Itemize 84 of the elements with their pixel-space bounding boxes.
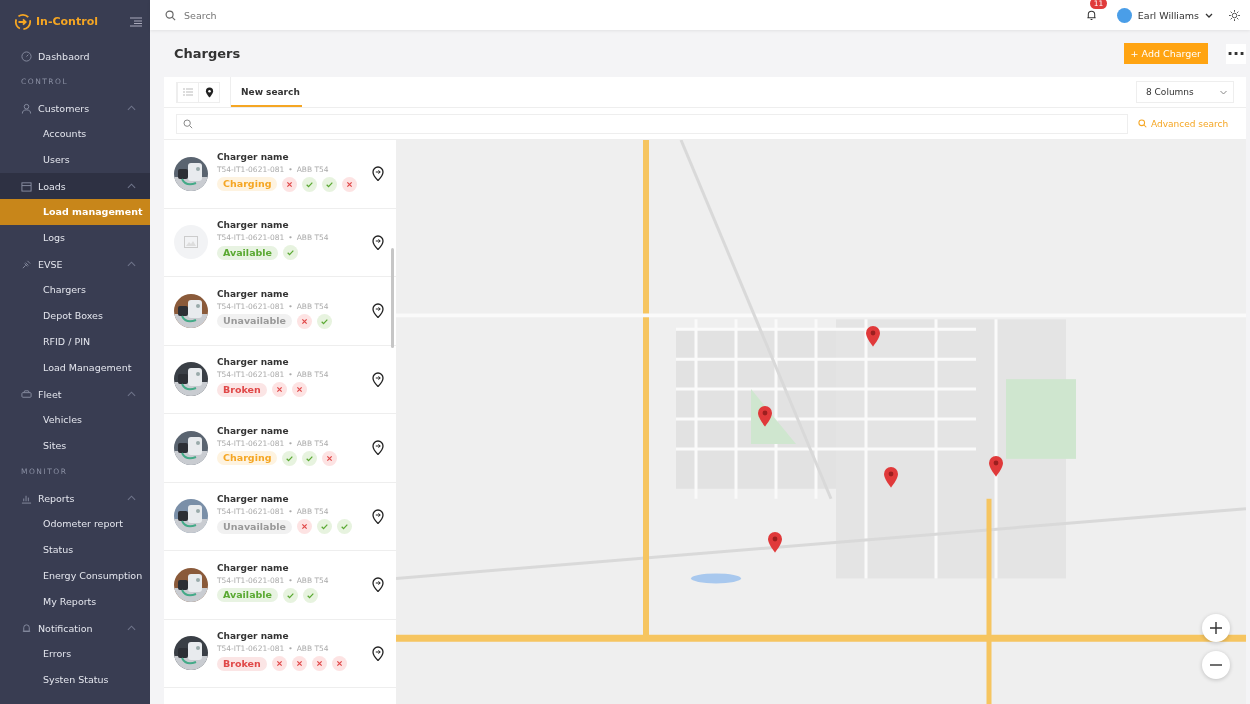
nav-item[interactable]: Depot Boxes (0, 303, 150, 329)
columns-dropdown[interactable]: 8 Columns (1136, 81, 1234, 103)
status-badge: Available (217, 245, 279, 260)
chevron-icon (127, 625, 136, 631)
map-pin-icon[interactable] (372, 577, 384, 593)
charger-name: Charger name (217, 220, 290, 231)
search-tab[interactable]: New search (230, 77, 302, 107)
nav-item[interactable]: Errors (0, 641, 150, 667)
status-badge: Broken (217, 656, 267, 671)
user-icon (21, 102, 32, 114)
chevron-icon (127, 183, 136, 189)
gauge-icon (21, 50, 32, 62)
map-pin-icon[interactable] (372, 166, 384, 182)
nav-item[interactable]: Sites (0, 433, 150, 459)
map-pin-icon[interactable] (756, 405, 773, 428)
nav-item[interactable]: EVSE (0, 251, 150, 277)
chevron-icon (127, 495, 136, 501)
chevron-icon (127, 261, 136, 267)
map-pin-icon[interactable] (767, 531, 784, 554)
map-pin-icon[interactable] (864, 325, 881, 347)
brand-name: In-Control (36, 15, 98, 28)
nav-item[interactable]: Status (0, 537, 150, 563)
nav-item[interactable]: Loads (0, 173, 150, 199)
plug-icon (21, 258, 32, 270)
more-button[interactable]: ··· (1226, 43, 1246, 64)
bell-icon (21, 622, 32, 634)
status-badge: Available (217, 588, 279, 603)
status-badge: Unavailable (217, 519, 292, 534)
box-icon (21, 180, 32, 192)
nav-item[interactable]: Notification (0, 615, 150, 641)
nav-item[interactable]: Fleet (0, 381, 150, 407)
nav-item[interactable]: Users (0, 147, 150, 173)
search-icon (1138, 119, 1147, 128)
plus-icon (1210, 622, 1222, 634)
nav-item[interactable]: Chargers (0, 277, 150, 303)
chevron-icon (127, 105, 136, 111)
map-pin-icon[interactable] (988, 454, 1005, 477)
caret-icon[interactable] (1205, 12, 1213, 18)
page-title: Chargers (174, 46, 242, 61)
filter-search-field[interactable] (176, 113, 1128, 134)
nav-item[interactable]: Reports (0, 485, 150, 511)
charger-name: Charger name (217, 288, 290, 299)
logo-icon (14, 12, 32, 31)
nav-item[interactable]: Customers (0, 95, 150, 121)
status-badge: Charging (217, 451, 278, 466)
charger-name: Charger name (217, 425, 290, 436)
charger-name: Charger name (217, 562, 290, 573)
nav-item[interactable]: RFID / PIN (0, 329, 150, 355)
map-pin-icon[interactable] (372, 371, 384, 387)
status-badge: Broken (217, 382, 267, 397)
bell-icon[interactable] (1085, 8, 1097, 21)
nav-item[interactable]: Systen Status (0, 667, 150, 693)
nav-item[interactable]: My Reports (0, 589, 150, 615)
status-badge: Charging (217, 177, 278, 192)
map-pin-icon (204, 86, 214, 98)
status-badge: Unavailable (217, 314, 292, 329)
search-icon (183, 118, 193, 129)
avatar-icon (1116, 7, 1132, 23)
map-pin-icon[interactable] (372, 234, 384, 250)
nav-item[interactable]: Dashbaord (0, 43, 150, 69)
menu-icon[interactable] (130, 16, 142, 27)
nav-item[interactable]: Accounts (0, 121, 150, 147)
map-pin-icon[interactable] (372, 440, 384, 456)
sun-icon[interactable] (1229, 9, 1240, 21)
list-icon (183, 88, 193, 96)
scrollbar[interactable] (391, 248, 394, 348)
map-pin-icon[interactable] (372, 645, 384, 661)
charger-name: Charger name (217, 357, 290, 368)
nav-item[interactable]: Logs (0, 225, 150, 251)
nav-item[interactable]: Energy Consumption (0, 563, 150, 589)
nav-item[interactable]: Load Management (0, 355, 150, 381)
map-pin-icon[interactable] (882, 466, 899, 488)
caret-icon (1219, 89, 1228, 95)
nav-item[interactable]: Vehicles (0, 407, 150, 433)
map-pin-icon[interactable] (372, 303, 384, 319)
nav-item[interactable]: Odometer report (0, 511, 150, 537)
car-icon (21, 388, 32, 400)
map-pin-icon[interactable] (372, 508, 384, 524)
search-icon (165, 9, 176, 21)
user-name[interactable]: Earl Williams (1137, 9, 1199, 21)
chevron-icon (127, 391, 136, 397)
charger-name: Charger name (217, 494, 290, 505)
charger-name: Charger name (217, 631, 290, 642)
charger-name: Charger name (217, 151, 290, 162)
